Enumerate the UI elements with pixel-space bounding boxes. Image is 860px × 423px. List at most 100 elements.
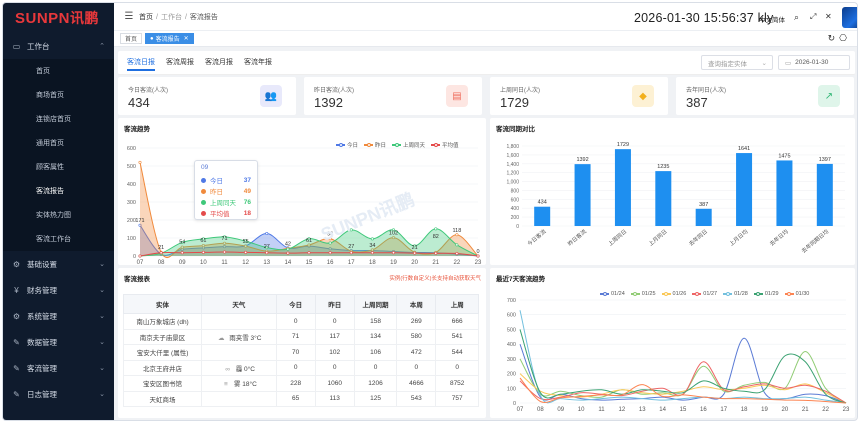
sidebar-item[interactable]: 商场首页 — [3, 83, 114, 107]
sidebar-item[interactable]: 连锁店首页 — [3, 107, 114, 131]
kpi-today: 今日客流(人次) 434 👥 — [118, 77, 296, 115]
table-cell: ☁ 雨夹雪 3°C — [201, 328, 277, 345]
sidebar-item[interactable]: 客流报告 — [3, 179, 114, 203]
fullscreen-icon[interactable]: ⤢ — [810, 12, 816, 22]
x-tick-label: 13 — [639, 407, 646, 413]
avatar[interactable] — [842, 7, 857, 28]
tab-yearly[interactable]: 客流年报 — [244, 57, 272, 67]
data-label: 21 — [158, 245, 164, 251]
sidebar-item[interactable]: 客流工作台 — [3, 227, 114, 251]
kpi-value: 1392 — [314, 95, 343, 110]
table-row[interactable]: 南京夫子庙景区 ☁ 雨夹雪 3°C 71 117 134 580 541 — [122, 328, 479, 345]
tab-daily[interactable]: 客流日报 — [127, 57, 155, 71]
data-label: 71 — [221, 236, 227, 242]
table-header[interactable]: 上周 — [435, 294, 479, 314]
table-header[interactable]: 本周 — [396, 294, 437, 314]
tab-weekly[interactable]: 客流周报 — [166, 57, 194, 67]
data-point — [265, 232, 269, 236]
x-tick-label: 上月日均 — [727, 227, 749, 248]
chart-tooltip: 09 今日 37 昨日 49 上周同天 76 平均值 18 — [194, 160, 258, 220]
data-label: 61 — [200, 238, 206, 244]
date-picker[interactable]: ▭ 2026-01-30 — [778, 55, 850, 70]
tooltip-name: 平均值 — [210, 211, 230, 218]
bar — [776, 160, 793, 226]
menu-group-3[interactable]: ¥ 财务管理 ⌄ — [3, 277, 114, 303]
menu-group-2[interactable]: ⚙ 基础设置 ⌄ — [3, 251, 114, 277]
table-cell: 541 — [435, 328, 479, 345]
table-cell: ∞ 霾 0°C — [201, 359, 277, 376]
report-panel: 客流报表 实例(行数自定义)长支持自动获取天气 实体 天气 今日 昨日 上周同期 本周 上周… — [118, 268, 486, 418]
data-point — [370, 251, 374, 255]
tab-home[interactable]: 首页 — [120, 33, 143, 44]
gear-icon: ⚙ — [12, 259, 21, 269]
table-cell: 宝安大仟里 (属性) — [122, 344, 203, 361]
edit-icon: ✎ — [13, 337, 20, 347]
x-tick-label: 18 — [741, 407, 748, 413]
x-tick-label: 20 — [782, 407, 789, 413]
data-label: 118 — [452, 228, 461, 234]
tab-report[interactable]: ● 客流报告 ✕ — [145, 33, 194, 44]
close-icon[interactable]: ✕ — [825, 12, 832, 21]
table-header[interactable]: 实体 — [122, 294, 203, 314]
sidebar-item[interactable]: 通用首页 — [3, 131, 114, 155]
x-tick-label: 15 — [306, 260, 313, 265]
x-tick-label: 14 — [285, 260, 292, 265]
chevron-down-icon: ⌄ — [99, 287, 105, 294]
kpi-label: 今日客流(人次) — [128, 88, 168, 94]
table-header[interactable]: 上周同期 — [353, 294, 398, 314]
bar — [534, 206, 551, 226]
table-row[interactable]: 宝安大仟里 (属性) 70 102 106 472 544 — [122, 344, 479, 361]
data-label: 27 — [264, 244, 270, 250]
filter-bar: 客流日报 客流周报 客流月报 客流年报 查询指定实体 ⌄ ▭ 2026-01-30 — [118, 51, 855, 75]
x-tick-label: 07 — [517, 407, 524, 413]
tab-bar: 首页 ● 客流报告 ✕ ↻⎔ — [114, 31, 857, 47]
x-tick-label: 10 — [200, 260, 207, 265]
menu-group-1[interactable]: ▭ 工作台 ⌃ — [3, 33, 114, 59]
logo-cn: 讯鹏 — [70, 10, 100, 26]
table-row[interactable]: 北京王府井店 ∞ 霾 0°C 0 0 0 0 0 — [122, 359, 479, 376]
language-switch[interactable]: 中文简体 — [759, 14, 785, 24]
menu-group-4[interactable]: ⚙ 系统管理 ⌄ — [3, 303, 114, 329]
table-cell: 0 — [435, 359, 479, 376]
menu-fold-icon[interactable]: ☰ — [119, 11, 139, 22]
brand-logo[interactable]: SUNPN 讯鹏 — [3, 3, 114, 33]
x-tick-label: 去年同期日均 — [800, 227, 831, 255]
breadcrumb-item[interactable]: 工作台 — [161, 14, 182, 21]
close-icon[interactable]: ✕ — [184, 35, 189, 42]
y-tick-label: 300 — [127, 200, 136, 206]
data-point — [244, 250, 248, 254]
table-header[interactable]: 昨日 — [314, 294, 355, 314]
report-table: 实体 天气 今日 昨日 上周同期 本周 上周 南山万象城店 (dh) 0 0 158 269 666 南… — [122, 294, 479, 407]
chevron-down-icon: ⌄ — [761, 59, 767, 67]
tab-monthly[interactable]: 客流月报 — [205, 57, 233, 67]
menu-group-6[interactable]: ✎ 客流管理 ⌄ — [3, 355, 114, 381]
breadcrumb-item[interactable]: 首页 — [139, 14, 153, 21]
entity-select[interactable]: 查询指定实体 ⌄ — [701, 55, 773, 70]
sidebar-item[interactable]: 首页 — [3, 59, 114, 83]
bar-value-label: 1641 — [738, 146, 750, 152]
menu-group-label: 工作台 — [27, 41, 50, 51]
table-row[interactable]: 南山万象城店 (dh) 0 0 158 269 666 — [122, 313, 479, 330]
y-tick-label: 1,600 — [506, 153, 519, 159]
sidebar-item[interactable]: 顾客属性 — [3, 155, 114, 179]
tooltip-row: 上周同天 76 — [201, 197, 251, 207]
x-tick-label: 10 — [578, 407, 585, 413]
x-tick-label: 12 — [619, 407, 626, 413]
table-row[interactable]: 天虹商场 65 113 125 543 757 — [122, 390, 479, 407]
data-label: 27 — [348, 244, 354, 250]
bar — [614, 149, 631, 226]
weather-icon: ☁ — [218, 334, 225, 342]
table-header[interactable]: 今日 — [275, 294, 316, 314]
refresh-icon[interactable]: ↻ — [828, 33, 840, 43]
data-label: 54 — [179, 239, 185, 245]
y-tick-label: 800 — [511, 188, 520, 194]
table-header[interactable]: 天气 — [201, 294, 277, 314]
menu-group-7[interactable]: ✎ 日志管理 ⌄ — [3, 381, 114, 407]
tooltip-value: 49 — [243, 187, 251, 195]
search-icon[interactable]: ⌕ — [794, 12, 799, 23]
y-tick-label: 500 — [127, 164, 136, 170]
sidebar-item[interactable]: 实体热力图 — [3, 203, 114, 227]
menu-group-5[interactable]: ✎ 数据管理 ⌄ — [3, 329, 114, 355]
headset-icon[interactable]: ⎔ — [839, 33, 851, 43]
table-row[interactable]: 宝安区图书馆 ≡ 雾 18°C 228 1060 1206 4666 8752 — [122, 375, 479, 392]
